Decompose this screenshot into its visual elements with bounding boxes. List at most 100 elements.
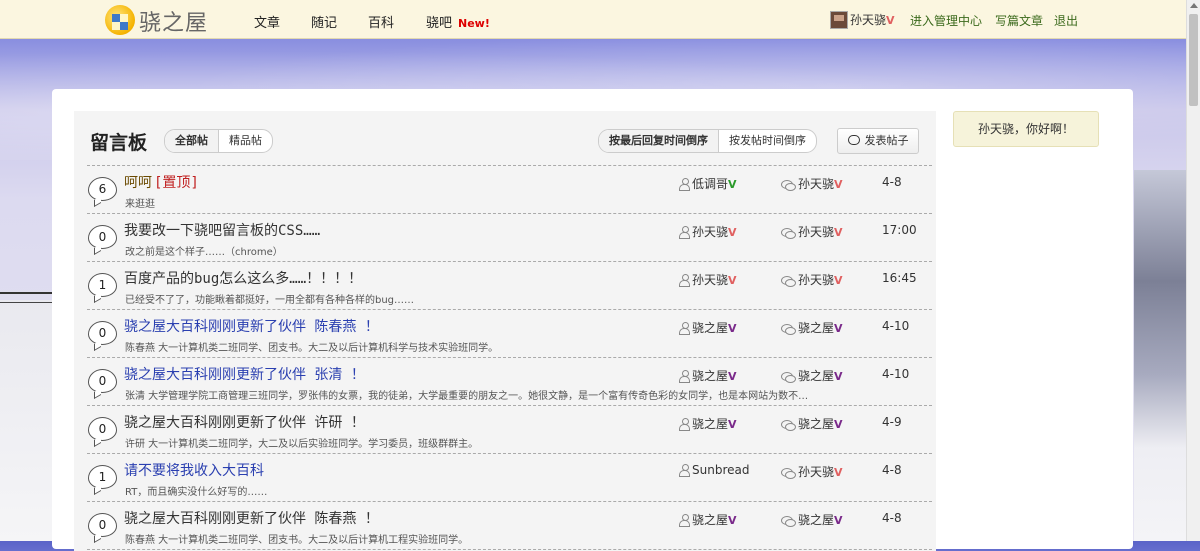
author-name: Sunbread: [692, 463, 750, 477]
admin-center-link[interactable]: 进入管理中心: [910, 12, 982, 29]
table-row[interactable]: 0 骁之屋大百科刚刚更新了伙伴 陈春燕 ！ 陈春燕 大一计算机类二班同学、团支书。大…: [87, 309, 932, 357]
v-badge: V: [834, 274, 843, 287]
chat-icon: [781, 275, 796, 287]
reply-count-icon: 6: [88, 177, 117, 201]
author-name: 骁之屋: [692, 417, 729, 431]
replier-name: 孙天骁: [798, 225, 835, 239]
v-badge: V: [834, 514, 843, 527]
tab-featured-posts[interactable]: 精品帖: [219, 130, 272, 152]
logo-text: 骁之屋: [139, 11, 209, 36]
last-replier[interactable]: 骁之屋V: [781, 367, 843, 384]
nav-notes[interactable]: 随记: [311, 12, 337, 31]
user-name-link[interactable]: 孙天骁V: [850, 11, 895, 28]
v-badge: V: [728, 322, 737, 335]
v-badge: V: [834, 370, 843, 383]
post-title-link[interactable]: 骁之屋大百科刚刚更新了伙伴 许研 ！: [124, 412, 365, 432]
last-replier[interactable]: 骁之屋V: [781, 511, 843, 528]
tab-all-posts[interactable]: 全部帖: [165, 130, 219, 152]
user-name: 孙天骁: [850, 13, 887, 27]
new-post-button[interactable]: 发表帖子: [837, 128, 919, 154]
background-wire: [0, 292, 55, 303]
sort-by-post-time[interactable]: 按发帖时间倒序: [719, 130, 816, 152]
scrollbar[interactable]: [1186, 0, 1200, 541]
replier-name: 骁之屋: [798, 369, 835, 383]
post-title: 百度产品的bug怎么这么多……！！！！: [124, 271, 363, 287]
nav-forum[interactable]: 骁吧 New!: [426, 12, 490, 31]
user-icon: [679, 274, 690, 287]
v-badge: V: [834, 226, 843, 239]
post-title-link[interactable]: 我要改一下骁吧留言板的CSS……: [124, 220, 320, 240]
post-time: 4-8: [882, 175, 902, 189]
top-navigation-bar: 骁之屋 文章 随记 百科 骁吧 New! 孙天骁V 进入管理中心 写篇文章 退出: [0, 0, 1186, 39]
logout-link[interactable]: 退出: [1054, 12, 1078, 29]
last-replier[interactable]: 骁之屋V: [781, 319, 843, 336]
scroll-thumb[interactable]: [1189, 14, 1198, 106]
replier-name: 骁之屋: [798, 417, 835, 431]
last-replier[interactable]: 孙天骁V: [781, 271, 843, 288]
v-badge: V: [728, 514, 737, 527]
table-row[interactable]: 1 请不要将我收入大百科 RT，而且确实没什么好写的…… Sunbread 孙天骁V 4-…: [87, 453, 932, 501]
speech-bubble-icon: [847, 135, 860, 145]
nav-articles[interactable]: 文章: [254, 12, 280, 31]
post-time: 4-9: [882, 415, 902, 429]
chat-icon: [781, 467, 796, 479]
replier-name: 孙天骁: [798, 465, 835, 479]
user-icon: [679, 418, 690, 431]
v-badge: V: [728, 370, 737, 383]
post-time: 4-8: [882, 463, 902, 477]
v-badge: V: [834, 178, 843, 191]
table-row[interactable]: 0 骁之屋大百科刚刚更新了伙伴 陈春燕 ！ 陈春燕 大一计算机类二班同学、团支书。大…: [87, 501, 932, 550]
post-author[interactable]: Sunbread: [679, 463, 749, 477]
replier-name: 孙天骁: [798, 177, 835, 191]
post-time: 4-10: [882, 367, 910, 381]
post-author[interactable]: 低调哥V: [679, 175, 737, 192]
post-title-link[interactable]: 请不要将我收入大百科: [124, 460, 264, 480]
last-replier[interactable]: 孙天骁V: [781, 463, 843, 480]
background-snow: [0, 300, 60, 541]
replier-name: 骁之屋: [798, 513, 835, 527]
user-icon: [679, 178, 690, 191]
nav-wiki[interactable]: 百科: [368, 12, 394, 31]
post-title-link[interactable]: 骁之屋大百科刚刚更新了伙伴 陈春燕 ！: [124, 316, 379, 336]
filter-tabs: 全部帖 精品帖: [164, 129, 273, 153]
post-title-link[interactable]: 骁之屋大百科刚刚更新了伙伴 张清 ！: [124, 364, 365, 384]
v-badge: V: [728, 418, 737, 431]
post-author[interactable]: 骁之屋V: [679, 511, 737, 528]
post-time: 4-8: [882, 511, 902, 525]
table-row[interactable]: 6 呵呵 [置顶] 来逛逛 低调哥V 孙天骁V 4-8: [87, 165, 932, 213]
chat-icon: [781, 371, 796, 383]
user-icon: [679, 514, 690, 527]
post-title-link[interactable]: 百度产品的bug怎么这么多……！！！！: [124, 268, 362, 288]
last-replier[interactable]: 骁之屋V: [781, 415, 843, 432]
table-row[interactable]: 0 骁之屋大百科刚刚更新了伙伴 许研 ！ 许研 大一计算机类二班同学，大二及以后实验…: [87, 405, 932, 453]
post-summary: RT，而且确实没什么好写的……: [125, 487, 268, 498]
v-badge: V: [728, 226, 737, 239]
post-author[interactable]: 骁之屋V: [679, 319, 737, 336]
post-time: 4-10: [882, 319, 910, 333]
sort-by-last-reply[interactable]: 按最后回复时间倒序: [599, 130, 719, 152]
new-post-label: 发表帖子: [864, 134, 909, 147]
write-article-link[interactable]: 写篇文章: [995, 12, 1043, 29]
post-summary: 陈春燕 大一计算机类二班同学、团支书。大二及以后计算机工程实验班同学。: [125, 535, 469, 546]
last-replier[interactable]: 孙天骁V: [781, 223, 843, 240]
v-badge: V: [728, 274, 737, 287]
chat-icon: [781, 515, 796, 527]
post-author[interactable]: 孙天骁V: [679, 271, 737, 288]
table-row[interactable]: 0 骁之屋大百科刚刚更新了伙伴 张清 ！ 张清 大学管理学院工商管理三班同学，罗张伟…: [87, 357, 932, 405]
post-author[interactable]: 骁之屋V: [679, 415, 737, 432]
chat-icon: [781, 179, 796, 191]
author-name: 孙天骁: [692, 273, 729, 287]
site-logo[interactable]: 骁之屋: [105, 3, 215, 36]
post-title-link[interactable]: 呵呵 [置顶]: [124, 172, 199, 192]
table-row[interactable]: 0 我要改一下骁吧留言板的CSS…… 改之前是这个样子……（chrome） 孙天骁V 孙…: [87, 213, 932, 261]
post-author[interactable]: 孙天骁V: [679, 223, 737, 240]
post-title-link[interactable]: 骁之屋大百科刚刚更新了伙伴 陈春燕 ！: [124, 508, 379, 528]
replier-name: 孙天骁: [798, 273, 835, 287]
table-row[interactable]: 1 百度产品的bug怎么这么多……！！！！ 已经受不了了，功能瞅着都挺好，一用全都有…: [87, 261, 932, 309]
user-avatar[interactable]: [830, 11, 848, 29]
chat-icon: [781, 323, 796, 335]
post-author[interactable]: 骁之屋V: [679, 367, 737, 384]
scroll-up-icon[interactable]: [1190, 3, 1198, 8]
last-replier[interactable]: 孙天骁V: [781, 175, 843, 192]
v-badge: V: [834, 322, 843, 335]
